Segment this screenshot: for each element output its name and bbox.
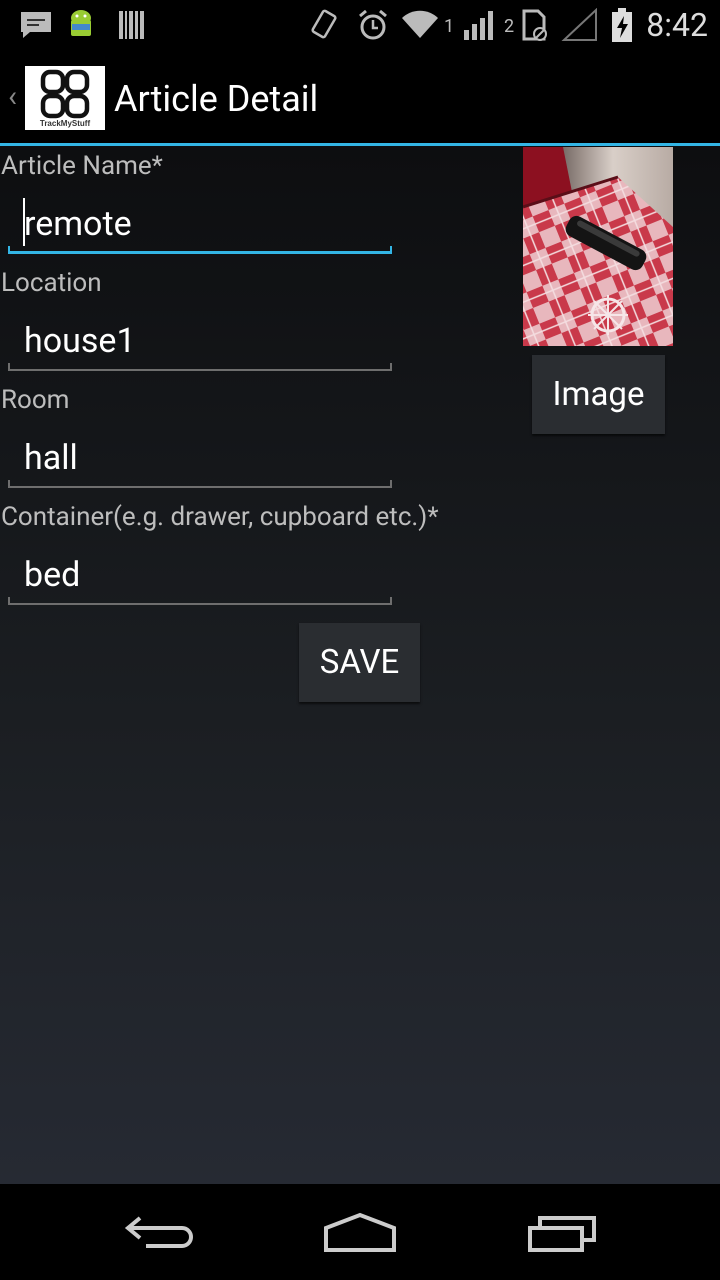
container-input[interactable]: bed: [24, 553, 80, 597]
clock: 8:42: [646, 6, 708, 44]
room-input[interactable]: hall: [24, 436, 78, 480]
article-name-input[interactable]: remote: [24, 202, 132, 246]
wifi-icon: [402, 10, 438, 38]
article-photo: [523, 147, 673, 346]
text-cursor: [23, 198, 25, 246]
action-bar: [0, 50, 720, 144]
status-bar: 1 2 8:42: [0, 0, 720, 50]
article-name-label: Article Name*: [1, 151, 163, 181]
article-name-underline: [8, 246, 392, 254]
sim1-label: 1: [444, 16, 455, 37]
app-logo[interactable]: TrackMyStuff: [25, 66, 105, 130]
barcode-icon: [119, 11, 144, 39]
sim-icon: [522, 9, 547, 41]
sms-icon: [21, 12, 51, 38]
recent-apps-icon[interactable]: [512, 1198, 612, 1270]
android-icon: [71, 10, 91, 36]
room-underline: [8, 480, 392, 488]
container-underline: [8, 597, 392, 605]
trackmystuff-logo-icon: TrackMyStuff: [40, 69, 91, 128]
battery-icon: [612, 8, 632, 42]
sim2-label: 2: [504, 16, 515, 37]
home-icon[interactable]: [310, 1198, 410, 1270]
image-button[interactable]: Image: [532, 355, 665, 434]
room-label: Room: [1, 385, 70, 415]
signal-icon: [464, 11, 493, 40]
container-label: Container(e.g. drawer, cupboard etc.)*: [1, 502, 439, 532]
alarm-icon: [359, 9, 387, 40]
no-signal-icon: [561, 8, 597, 41]
location-label: Location: [1, 268, 102, 298]
logo-text: TrackMyStuff: [40, 119, 91, 128]
back-icon[interactable]: [110, 1198, 210, 1270]
save-button[interactable]: SAVE: [299, 623, 420, 702]
page-title: Article Detail: [114, 78, 319, 120]
location-input[interactable]: house1: [24, 319, 136, 363]
location-underline: [8, 363, 392, 371]
up-caret-icon[interactable]: ‹: [8, 82, 17, 112]
vibrate-icon: [311, 9, 337, 39]
